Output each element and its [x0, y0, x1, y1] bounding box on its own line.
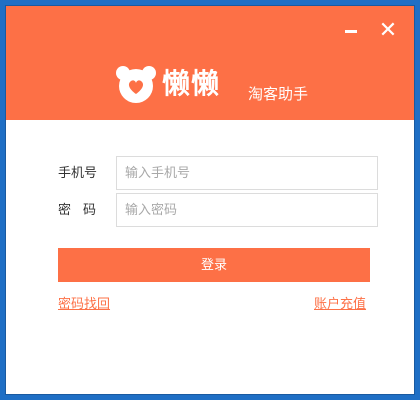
password-input[interactable] [116, 193, 378, 227]
close-button[interactable]: ✕ [377, 20, 399, 42]
bear-logo-icon [116, 66, 156, 103]
forgot-password-link[interactable]: 密码找回 [58, 296, 110, 314]
minimize-icon [345, 30, 357, 33]
login-window: ✕ 懒懒 淘客助手 手机号 密码 登录 密码找回 账户充值 [6, 6, 414, 394]
recharge-link[interactable]: 账户充值 [314, 296, 366, 314]
close-icon: ✕ [378, 18, 398, 43]
brand-name: 懒懒 [162, 67, 221, 100]
phone-input[interactable] [116, 156, 378, 190]
phone-label: 手机号 [58, 166, 98, 181]
password-label: 密码 [58, 203, 109, 218]
header-banner: ✕ 懒懒 淘客助手 [6, 6, 414, 120]
login-button[interactable]: 登录 [58, 248, 370, 282]
brand-subtitle: 淘客助手 [248, 85, 309, 103]
minimize-button[interactable] [340, 20, 362, 42]
